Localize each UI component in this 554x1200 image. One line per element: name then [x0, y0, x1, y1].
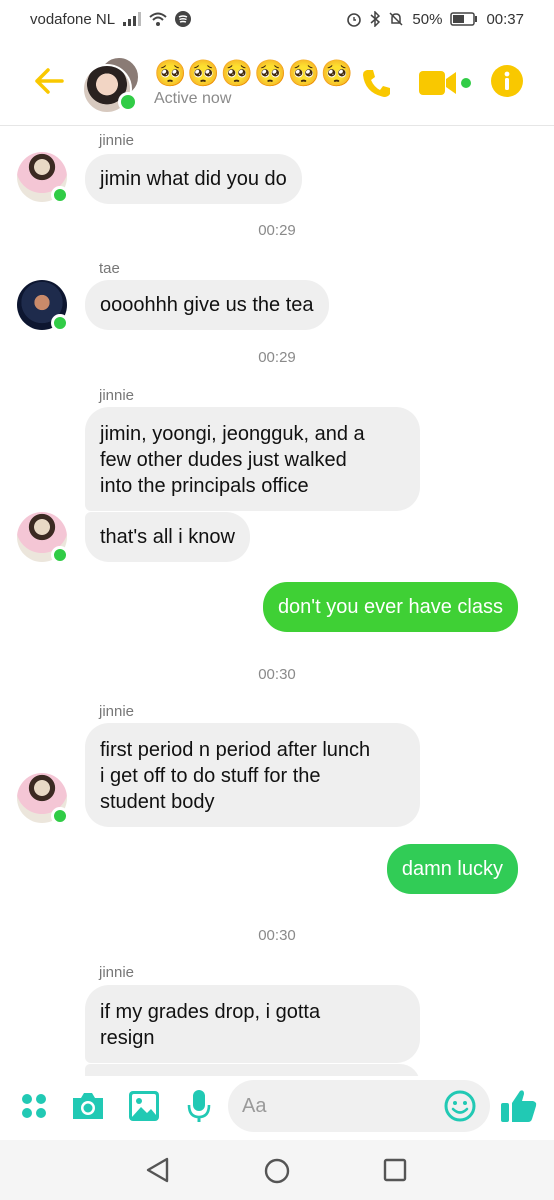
message-line: jimin, yoongi, jeongguk, and a [100, 423, 365, 445]
menu-dots-icon[interactable] [20, 1092, 48, 1120]
mute-bell-icon [389, 12, 403, 26]
back-arrow-icon[interactable] [32, 66, 66, 96]
microphone-icon[interactable] [186, 1088, 212, 1124]
carrier: vodafone NL [30, 10, 116, 28]
clock: 00:37 [486, 10, 524, 28]
composer: Aa [0, 1076, 554, 1140]
avatar-jinnie[interactable] [17, 512, 69, 564]
wifi-icon [149, 12, 167, 26]
message-line: resign [100, 1027, 155, 1049]
phone-icon[interactable] [360, 66, 394, 100]
chat-title[interactable]: 🥺🥺🥺🥺🥺🥺 [154, 58, 354, 89]
group-avatar[interactable] [82, 56, 140, 114]
message-bubble-outgoing[interactable]: damn lucky [386, 844, 518, 894]
back-triangle-icon[interactable] [145, 1157, 171, 1183]
timestamp: 00:30 [258, 666, 296, 683]
sender-name: tae [99, 260, 120, 277]
sender-name: jinnie [99, 132, 135, 149]
message-bubble[interactable]: if my grades drop, i gotta resign [85, 985, 420, 1063]
message-line: i get off to do stuff for the [100, 765, 321, 787]
message-input[interactable]: Aa [228, 1080, 490, 1132]
message-line: into the principals office [100, 475, 309, 497]
message-bubble[interactable]: jimin, yoongi, jeongguk, and a few other… [85, 407, 420, 511]
online-indicator [118, 92, 138, 112]
timestamp: 00:30 [258, 927, 296, 944]
message-line: few other dudes just walked [100, 449, 347, 471]
system-nav-bar [0, 1140, 554, 1200]
home-circle-icon[interactable] [263, 1157, 291, 1185]
spotify-icon [175, 11, 192, 27]
recents-square-icon[interactable] [382, 1157, 408, 1183]
message-line: if my grades drop, i gotta [100, 1001, 321, 1023]
message-bubble-outgoing[interactable]: don't you ever have class [262, 582, 518, 632]
chat-header: 🥺🥺🥺🥺🥺🥺 Active now [0, 38, 554, 126]
online-indicator [51, 546, 69, 564]
message-line: first period n period after lunch [100, 739, 371, 761]
avatar-tae[interactable] [17, 280, 69, 332]
online-indicator [51, 807, 69, 825]
active-status: Active now [154, 90, 232, 107]
input-placeholder: Aa [242, 1095, 267, 1117]
timestamp: 00:29 [258, 349, 296, 366]
message-bubble[interactable]: that's all i know [85, 512, 250, 562]
message-list[interactable]: jinnie jimin what did you do 00:29 tae o… [0, 126, 554, 1076]
battery-percent: 50% [412, 10, 443, 28]
info-icon[interactable] [490, 64, 524, 98]
message-bubble[interactable]: jimin what did you do [85, 154, 302, 204]
image-icon[interactable] [127, 1089, 161, 1123]
online-indicator [51, 314, 69, 332]
message-line: student body [100, 791, 215, 813]
signal-icon [123, 12, 142, 26]
message-bubble[interactable]: first period n period after lunch i get … [85, 723, 420, 827]
thumbs-up-icon[interactable] [500, 1088, 538, 1124]
online-indicator [51, 186, 69, 204]
status-bar: vodafone NL 50% 00:37 [0, 0, 554, 38]
battery-icon [450, 12, 478, 26]
timestamp: 00:29 [258, 222, 296, 239]
message-bubble[interactable]: oooohhh give us the tea [85, 280, 329, 330]
avatar-jinnie[interactable] [17, 152, 69, 204]
avatar-jinnie[interactable] [17, 773, 69, 825]
sender-name: jinnie [99, 703, 135, 720]
sender-name: jinnie [99, 964, 135, 981]
video-call-icon[interactable] [418, 66, 474, 100]
camera-icon[interactable] [70, 1090, 106, 1122]
message-bubble[interactable] [85, 1064, 420, 1076]
bluetooth-icon [370, 11, 381, 27]
emoji-icon[interactable] [444, 1090, 476, 1122]
sender-name: jinnie [99, 387, 135, 404]
alarm-icon [347, 13, 362, 27]
